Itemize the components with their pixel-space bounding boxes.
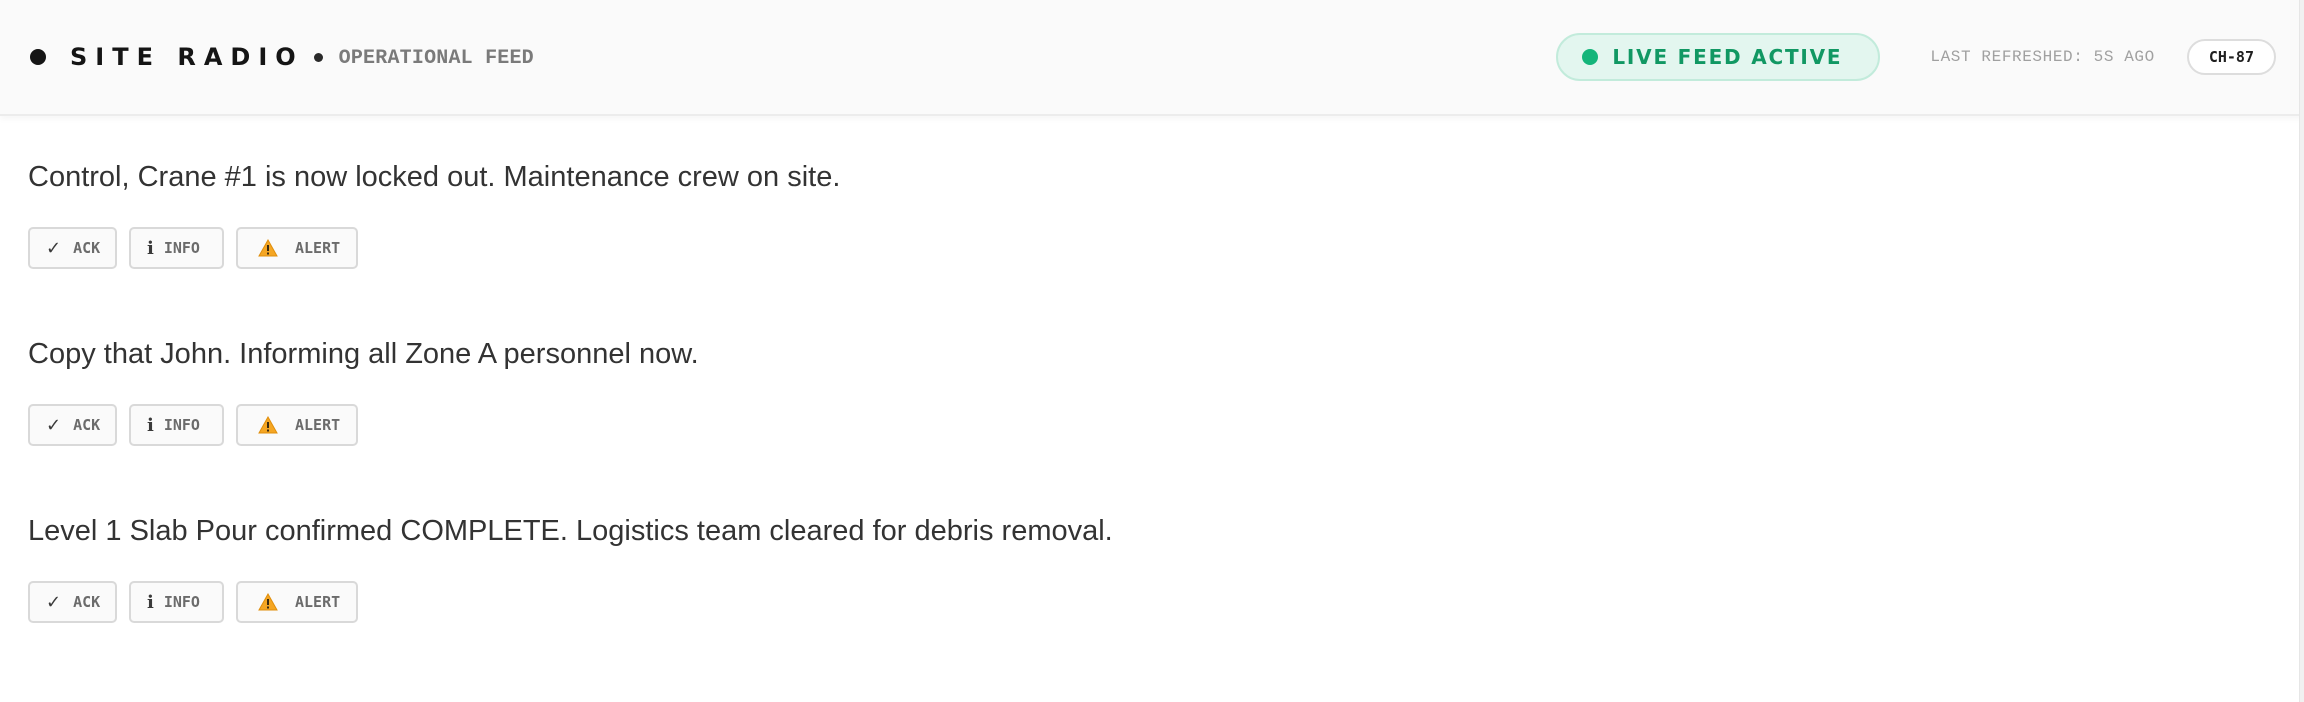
alert-label: ALERT [295,239,341,257]
info-label: INFO [163,416,200,434]
ack-label: ACK [73,593,101,611]
separator-dot-icon [313,52,323,62]
message-text: Copy that John. Informing all Zone A per… [28,338,699,370]
last-refreshed-label: LAST REFRESHED: 5S AGO [1930,48,2155,66]
ack-button[interactable]: ✓ ACK [28,581,117,623]
channel-label: CH-87 [2208,48,2254,66]
ack-button[interactable]: ✓ ACK [28,227,117,269]
live-status-label: LIVE FEED ACTIVE [1612,45,1843,69]
header-bar: SITE RADIO OPERATIONAL FEED LIVE FEED AC… [0,0,2304,116]
message-feed: Control, Crane #1 is now locked out. Mai… [0,158,2304,689]
info-icon: i [147,414,154,436]
app-title: SITE RADIO [70,43,304,71]
live-status-badge: LIVE FEED ACTIVE [1556,33,1881,81]
message-actions: ✓ ACK i INFO ALERT [28,581,2304,623]
info-icon: i [147,591,154,613]
message-text: Control, Crane #1 is now locked out. Mai… [28,161,841,193]
alert-button[interactable]: ALERT [236,581,358,623]
header-status-group: LIVE FEED ACTIVE LAST REFRESHED: 5S AGO … [1556,33,2276,81]
warning-icon [258,593,278,611]
feed-message: Level 1 Slab Pour confirmed COMPLETE. Lo… [28,512,2304,689]
alert-button[interactable]: ALERT [236,227,358,269]
message-text: Level 1 Slab Pour confirmed COMPLETE. Lo… [28,515,1113,547]
app-frame: SITE RADIO OPERATIONAL FEED LIVE FEED AC… [0,0,2304,702]
brand: SITE RADIO OPERATIONAL FEED [30,43,534,71]
info-button[interactable]: i INFO [129,227,224,269]
info-label: INFO [163,239,200,257]
warning-icon [258,416,278,434]
check-icon: ✓ [46,414,62,436]
info-button[interactable]: i INFO [129,404,224,446]
ack-label: ACK [73,416,101,434]
info-label: INFO [163,593,200,611]
warning-icon [258,239,278,257]
app-subtitle: OPERATIONAL FEED [338,47,534,70]
check-icon: ✓ [46,591,62,613]
feed-message: Control, Crane #1 is now locked out. Mai… [28,158,2304,335]
alert-label: ALERT [295,593,341,611]
live-indicator-icon [1582,49,1599,65]
check-icon: ✓ [46,237,62,259]
info-icon: i [147,237,154,259]
feed-message: Copy that John. Informing all Zone A per… [28,335,2304,512]
message-actions: ✓ ACK i INFO ALERT [28,227,2304,269]
channel-badge[interactable]: CH-87 [2186,39,2276,75]
ack-label: ACK [73,239,101,257]
info-button[interactable]: i INFO [129,581,224,623]
message-actions: ✓ ACK i INFO ALERT [28,404,2304,446]
alert-label: ALERT [295,416,341,434]
alert-button[interactable]: ALERT [236,404,358,446]
brand-dot-icon [30,49,46,65]
ack-button[interactable]: ✓ ACK [28,404,117,446]
